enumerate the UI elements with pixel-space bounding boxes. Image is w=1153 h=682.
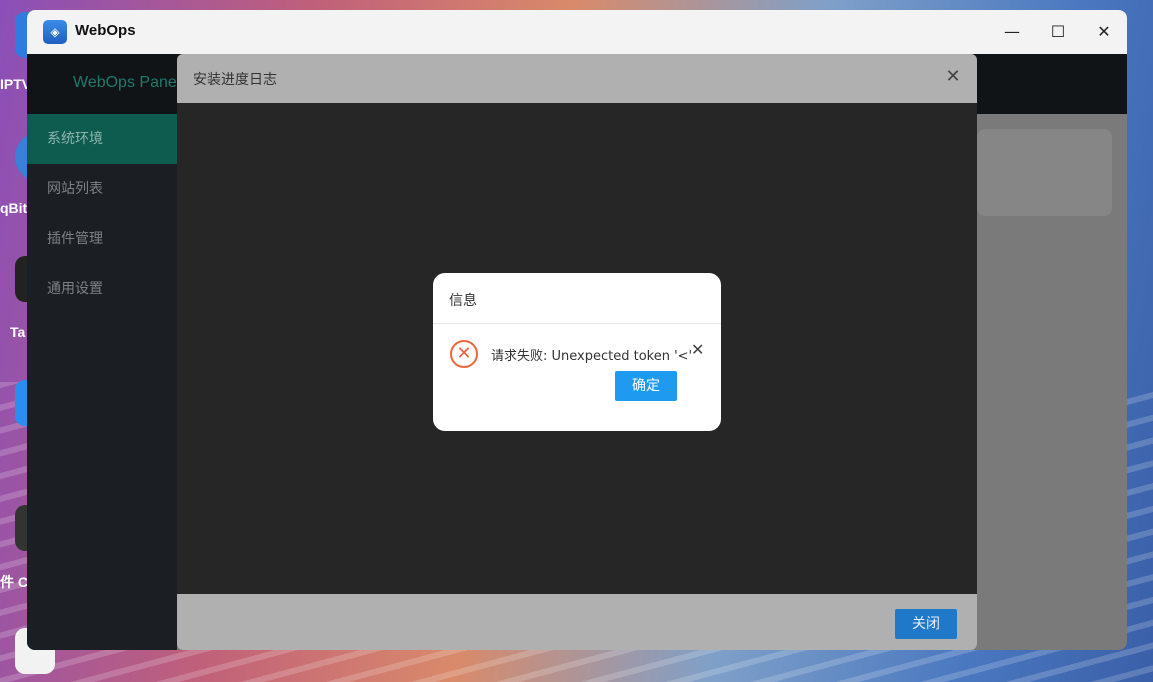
title-bar[interactable]: ◈ WebOps — ☐ ✕ <box>27 10 1127 54</box>
app-logo-icon: ◈ <box>43 20 67 44</box>
error-circle-icon: ✕ <box>450 340 478 368</box>
log-dialog-footer: 关闭 <box>177 594 977 650</box>
message-box-header: 信息 <box>433 273 721 324</box>
sidebar-item-plugins[interactable]: 插件管理 <box>27 214 177 264</box>
brand-title: WebOps Pane <box>73 74 177 91</box>
log-dialog-title: 安装进度日志 <box>193 72 277 88</box>
app-title: WebOps <box>75 22 136 39</box>
content-card <box>977 129 1112 216</box>
sidebar-item-system-env[interactable]: 系统环境 <box>27 114 177 164</box>
sidebar-item-site-list[interactable]: 网站列表 <box>27 164 177 214</box>
close-window-icon[interactable]: ✕ <box>1081 10 1127 54</box>
error-message: 请求失败: Unexpected token '<', " <box>491 349 691 364</box>
message-close-icon[interactable]: ✕ <box>691 340 704 359</box>
minimize-icon[interactable]: — <box>989 10 1035 54</box>
sidebar-item-settings[interactable]: 通用设置 <box>27 264 177 314</box>
desktop-label-ta: Ta <box>10 324 26 340</box>
close-icon[interactable]: ✕ <box>943 66 963 87</box>
close-button[interactable]: 关闭 <box>895 609 957 639</box>
desktop-label-c: 件 C <box>0 574 28 590</box>
sidebar: 系统环境 网站列表 插件管理 通用设置 <box>27 114 177 650</box>
message-box-title: 信息 <box>449 293 477 309</box>
ok-button[interactable]: 确定 <box>615 371 677 401</box>
maximize-icon[interactable]: ☐ <box>1035 10 1081 54</box>
desktop-label-qbit: qBit <box>0 200 28 216</box>
message-box: 信息 ✕ 请求失败: Unexpected token '<', " ✕ 确定 <box>433 273 721 431</box>
log-dialog-header: 安装进度日志 ✕ <box>177 54 977 104</box>
